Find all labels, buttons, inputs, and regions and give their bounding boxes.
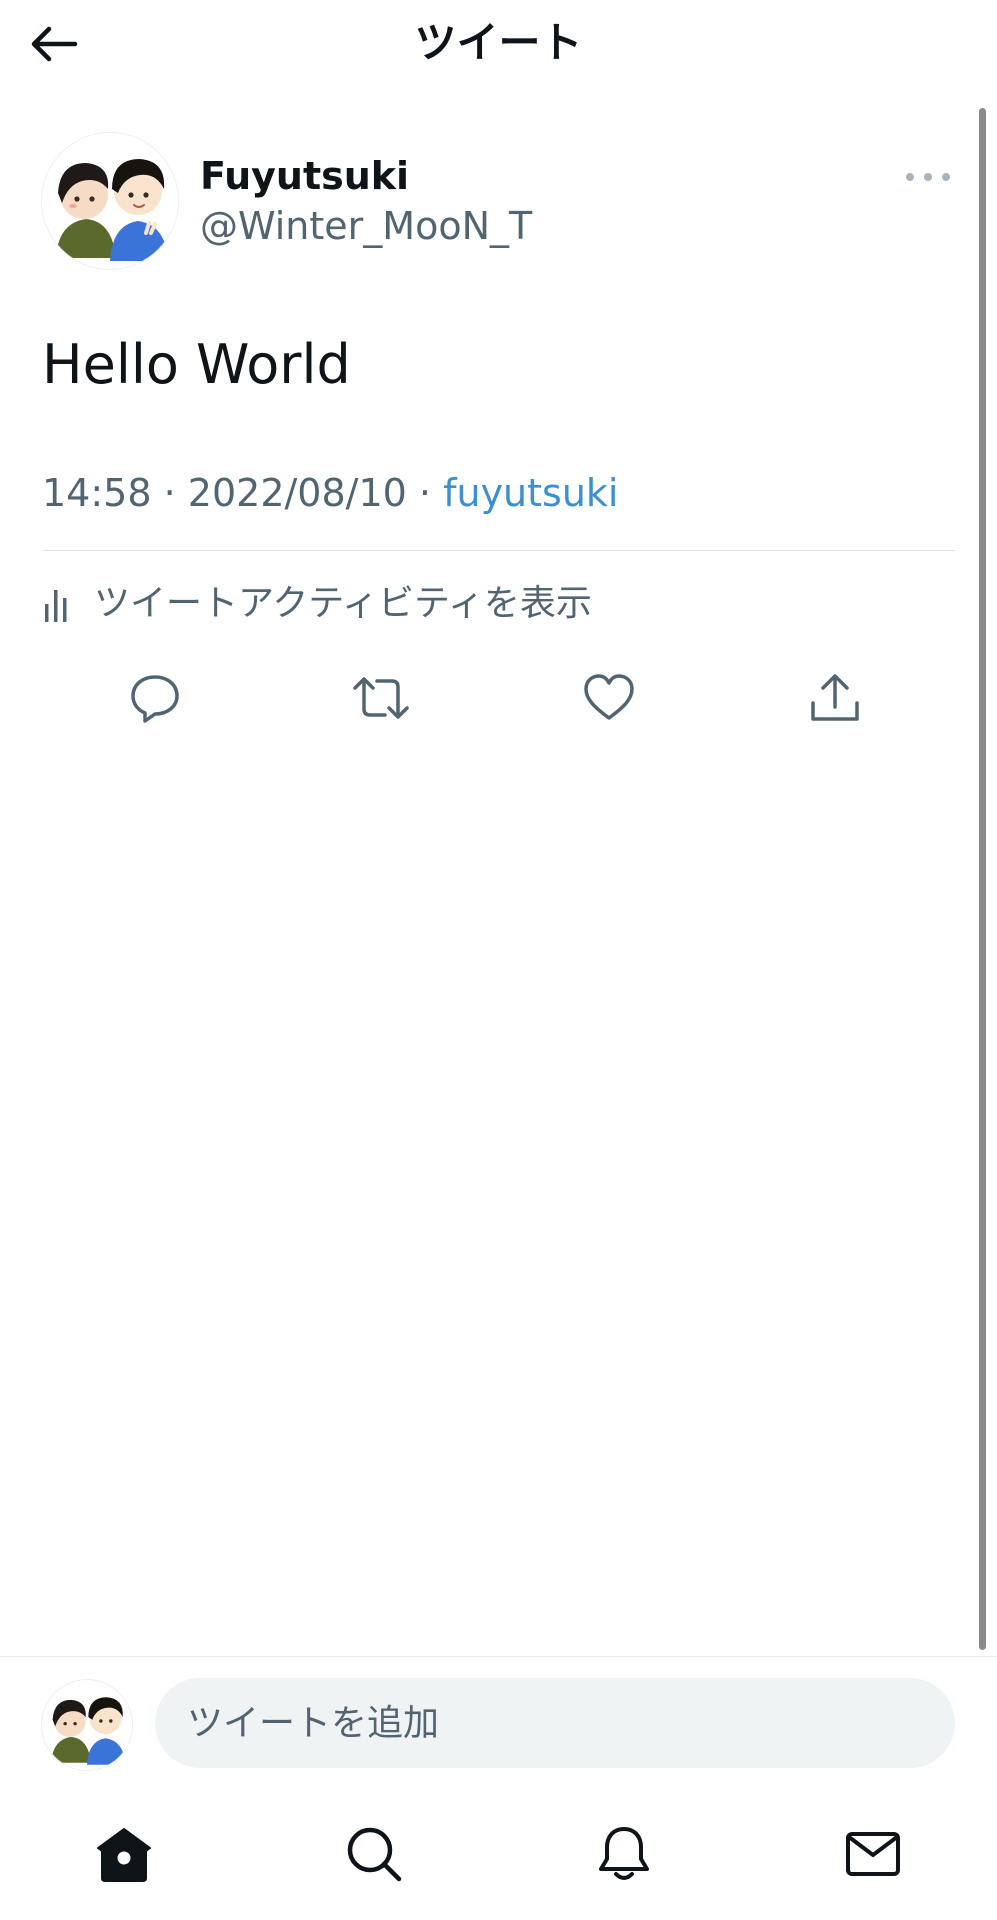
like-button[interactable] [577,666,641,730]
share-button[interactable] [803,666,867,730]
top-app-bar: ツイート [0,0,997,88]
scrollbar[interactable] [979,108,986,1650]
home-icon [97,1828,151,1882]
meta-separator: · [163,471,176,515]
meta-separator: · [418,471,432,515]
retweet-icon [353,677,409,719]
avatar-illustration [42,1680,132,1770]
tab-search[interactable] [342,1822,406,1886]
tweet-activity-link[interactable]: ツイートアクティビティを表示 [42,576,592,632]
tab-notifications[interactable] [592,1822,656,1886]
more-dot-icon [906,173,914,181]
tweet-meta: 14:58 · 2022/08/10 · fuyutsuki [42,468,619,518]
tab-home[interactable] [92,1822,156,1886]
tweet-time[interactable]: 14:58 [42,471,152,515]
heart-icon [584,674,634,720]
more-dot-icon [924,173,932,181]
search-icon [347,1827,402,1882]
bar-chart-icon [45,590,67,622]
author-display-name[interactable]: Fuyutsuki [200,152,409,200]
share-icon [811,674,859,721]
divider [42,550,955,551]
current-user-avatar[interactable] [42,1680,132,1770]
tweet-source-link[interactable]: fuyutsuki [443,471,618,515]
tweet-text: Hello World [42,333,351,396]
reply-input[interactable] [155,1678,955,1768]
activity-label: ツイートアクティビティを表示 [94,583,592,624]
divider [0,1656,997,1657]
more-options-button[interactable] [906,166,950,188]
page-title: ツイート [414,18,583,67]
tweet-date[interactable]: 2022/08/10 [188,471,407,515]
avatar-illustration [42,133,178,269]
author-handle[interactable]: @Winter_MooN_T [200,202,532,250]
tab-messages[interactable] [841,1822,905,1886]
reply-button[interactable] [123,666,187,730]
reply-icon [131,675,179,723]
mail-icon [846,1832,900,1876]
retweet-button[interactable] [349,666,413,730]
more-dot-icon [942,173,950,181]
author-avatar[interactable] [42,133,178,269]
bell-icon [599,1827,649,1880]
